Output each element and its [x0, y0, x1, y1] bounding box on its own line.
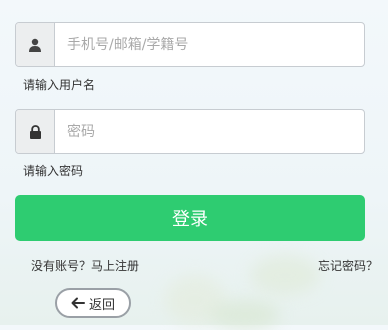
- password-hint: 请输入密码: [23, 164, 84, 178]
- background-decoration: [210, 300, 280, 330]
- arrow-left-icon: [71, 297, 85, 309]
- password-input[interactable]: [55, 110, 364, 153]
- background-decoration: [250, 255, 320, 295]
- register-link[interactable]: 没有账号？马上注册: [31, 257, 139, 274]
- lock-icon: [16, 110, 55, 153]
- username-field[interactable]: [15, 22, 365, 67]
- user-icon: [16, 23, 55, 66]
- login-button[interactable]: 登录: [15, 195, 365, 241]
- back-label: 返回: [88, 297, 115, 313]
- password-field[interactable]: [15, 109, 365, 154]
- back-button[interactable]: 返回: [55, 288, 131, 318]
- forgot-password-link[interactable]: 忘记密码？: [318, 257, 378, 274]
- username-hint: 请输入用户名: [23, 78, 96, 92]
- username-input[interactable]: [55, 23, 364, 66]
